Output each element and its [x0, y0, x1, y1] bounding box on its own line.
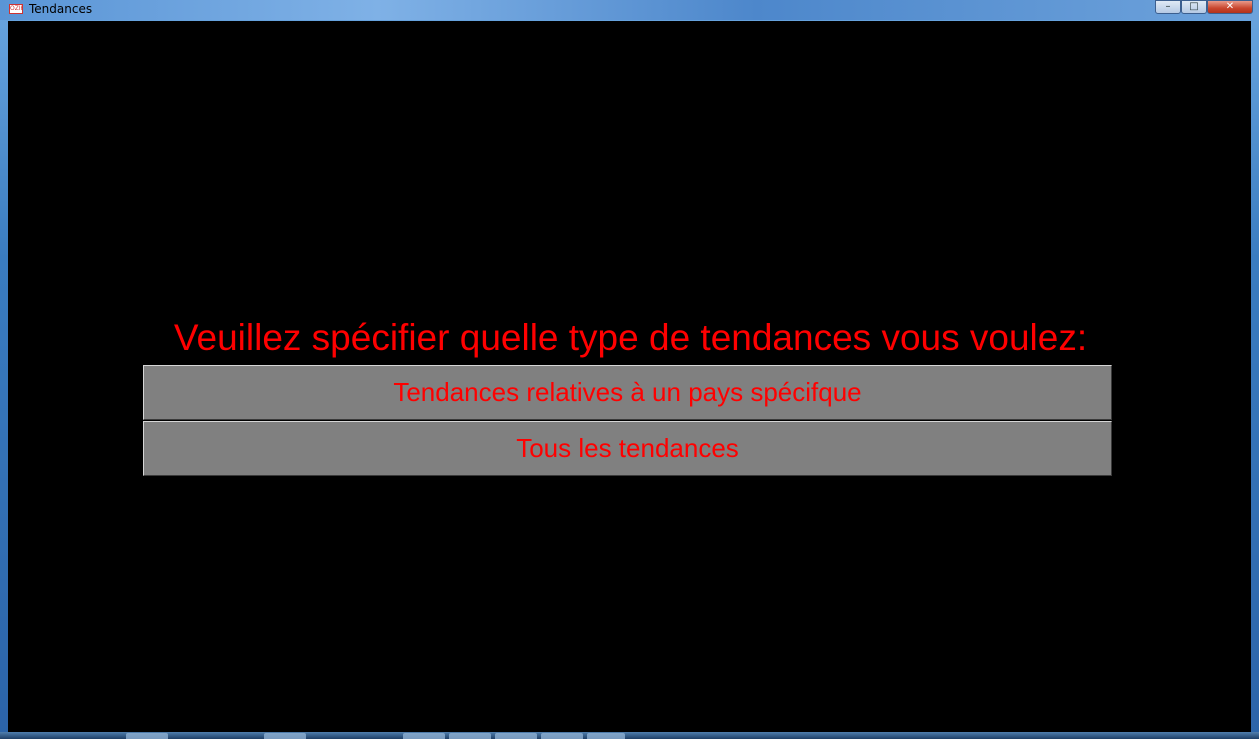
taskbar: [0, 732, 1259, 739]
close-icon[interactable]: ✕: [1207, 0, 1253, 14]
client-area: Veuillez spécifier quelle type de tendan…: [8, 21, 1251, 732]
maximize-icon[interactable]: □: [1181, 0, 1207, 14]
taskbar-item[interactable]: [541, 733, 583, 739]
taskbar-item[interactable]: [495, 733, 537, 739]
taskbar-item[interactable]: [449, 733, 491, 739]
taskbar-item[interactable]: [587, 733, 625, 739]
minimize-icon[interactable]: –: [1155, 0, 1181, 14]
trend-type-prompt: Veuillez spécifier quelle type de tendan…: [173, 317, 1088, 358]
taskbar-item[interactable]: [403, 733, 445, 739]
taskbar-item[interactable]: [126, 733, 168, 739]
country-specific-trends-button[interactable]: Tendances relatives à un pays spécifque: [143, 365, 1112, 420]
window-title: Tendances: [29, 2, 93, 16]
taskbar-item[interactable]: [264, 733, 306, 739]
title-bar[interactable]: OZIK Tendances – □ ✕: [0, 0, 1259, 20]
window-controls: – □ ✕: [1155, 0, 1253, 14]
all-trends-button[interactable]: Tous les tendances: [143, 421, 1112, 476]
app-icon[interactable]: OZIK: [9, 4, 23, 14]
app-window: OZIK Tendances – □ ✕ Veuillez spécifier …: [0, 0, 1259, 739]
